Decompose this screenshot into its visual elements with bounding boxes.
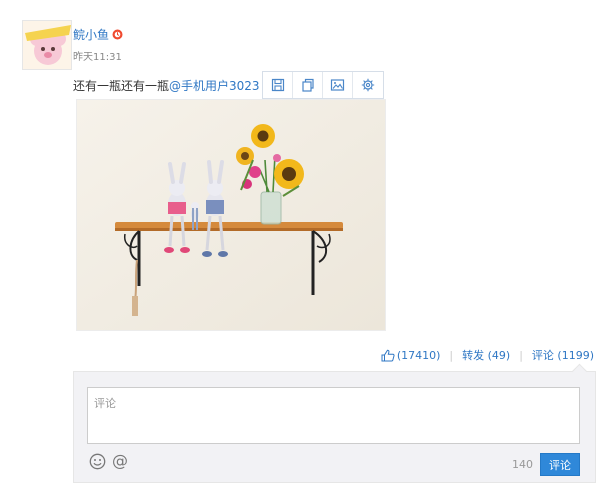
post-text: 还有一瓶还有一瓶@手机用户3023 <box>73 77 273 94</box>
author-name-link[interactable]: 鲩小鱼 <box>73 26 123 43</box>
comment-input[interactable]: 评论 <box>87 387 580 444</box>
post-photo[interactable] <box>76 99 386 331</box>
comment-button[interactable]: 评论 (1199) <box>532 347 594 363</box>
save-icon[interactable] <box>263 72 293 98</box>
thumbs-up-icon <box>381 349 395 361</box>
emoji-icon[interactable] <box>89 453 106 473</box>
like-count[interactable]: (17410) <box>397 349 441 362</box>
submit-comment-button[interactable]: 评论 <box>540 453 580 476</box>
divider: | <box>449 348 454 362</box>
comment-panel: 评论 @ 140 评论 <box>73 371 596 483</box>
repost-button[interactable]: 转发 (49) <box>462 347 510 363</box>
post-text-body: 还有一瓶还有一瓶 <box>73 79 170 93</box>
action-bar: (17410) | 转发 (49) | 评论 (1199) <box>381 347 594 363</box>
picture-icon[interactable] <box>323 72 353 98</box>
avatar[interactable] <box>22 20 72 70</box>
verified-badge-icon <box>112 29 123 40</box>
mention-link[interactable]: @手机用户3023 <box>169 79 260 93</box>
author-name[interactable]: 鲩小鱼 <box>73 26 109 43</box>
settings-icon[interactable] <box>353 72 383 98</box>
post-time[interactable]: 昨天11:31 <box>73 48 122 63</box>
mention-at-icon[interactable]: @ <box>112 451 128 470</box>
char-count: 140 <box>512 458 533 471</box>
copy-icon[interactable] <box>293 72 323 98</box>
image-toolbar <box>262 71 384 99</box>
divider: | <box>519 348 523 362</box>
like-button[interactable]: (17410) <box>381 349 441 362</box>
